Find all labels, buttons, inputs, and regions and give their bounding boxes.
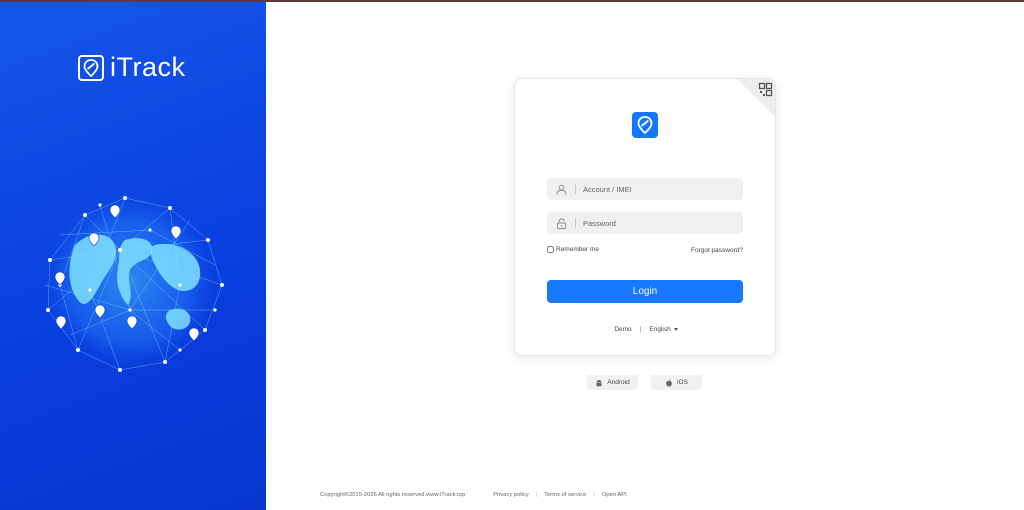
ios-label: iOS (677, 379, 688, 386)
brand-name: iTrack (110, 52, 186, 82)
brand-logo: iTrack (78, 52, 186, 83)
remember-me-checkbox[interactable] (547, 246, 554, 253)
app-logo (632, 112, 658, 138)
demo-link[interactable]: Demo (614, 326, 631, 333)
field-divider (575, 184, 576, 194)
card-footer-links: Demo | English (515, 326, 775, 333)
account-field (547, 178, 743, 200)
password-field (547, 212, 743, 234)
location-pin-icon (78, 54, 104, 81)
user-icon (547, 178, 575, 200)
field-divider (575, 218, 576, 228)
android-label: Android (607, 379, 630, 386)
password-input[interactable] (583, 218, 733, 228)
language-label: English (649, 326, 671, 333)
globe-illustration (40, 192, 224, 372)
forgot-password-link[interactable]: Forgot password? (691, 247, 743, 254)
footer-separator: | (535, 492, 538, 498)
footer-separator: | (593, 492, 595, 498)
lock-icon (547, 212, 575, 234)
ios-download-button[interactable]: iOS (651, 375, 702, 390)
android-download-button[interactable]: Android (587, 375, 638, 390)
login-card: Remember me Forgot password? Login Demo … (514, 78, 776, 356)
copyright-text: Copyright©2015-2026 All rights reserved.… (320, 492, 466, 498)
qr-code-login-toggle[interactable] (737, 79, 775, 117)
app-downloads: Android iOS (587, 375, 702, 390)
qr-code-icon (737, 79, 775, 117)
link-separator: | (639, 326, 642, 333)
main-area: Remember me Forgot password? Login Demo … (266, 2, 1024, 510)
language-selector[interactable]: English (649, 326, 678, 333)
location-pin-icon (637, 116, 653, 134)
privacy-policy-link[interactable]: Privacy policy (493, 492, 528, 498)
page-footer: Copyright©2015-2026 All rights reserved.… (320, 492, 627, 498)
android-icon (596, 379, 602, 386)
caret-down-icon (673, 328, 678, 331)
remember-me-label: Remember me (556, 246, 599, 253)
open-api-link[interactable]: Open API (602, 492, 627, 498)
brand-panel: iTrack (0, 2, 266, 510)
remember-me: Remember me (547, 246, 599, 253)
apple-icon (666, 378, 672, 386)
terms-of-service-link[interactable]: Terms of service (544, 492, 586, 498)
account-input[interactable] (583, 184, 733, 194)
login-button[interactable]: Login (547, 280, 743, 303)
